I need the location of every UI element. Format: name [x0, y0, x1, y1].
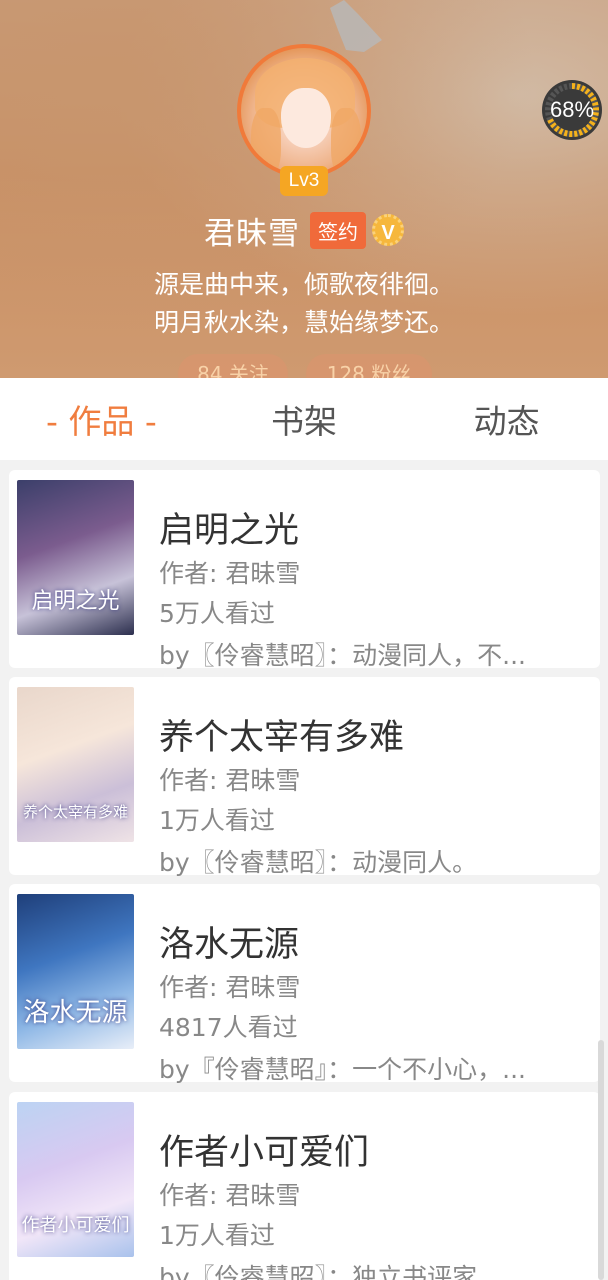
book-cover: 养个太宰有多难	[17, 687, 134, 842]
cover-title: 作者小可爱们	[21, 1215, 130, 1236]
tab-works[interactable]: - 作品 -	[0, 395, 203, 443]
book-title: 养个太宰有多难	[159, 718, 405, 758]
verified-icon: V	[372, 214, 404, 246]
book-title: 洛水无源	[159, 925, 300, 965]
book-views: 5万人看过	[159, 599, 275, 628]
cover-title: 养个太宰有多难	[22, 803, 128, 821]
book-cover: 作者小可爱们	[17, 1102, 134, 1257]
book-description: by〖伶睿慧昭〗：动漫同人，不...	[159, 641, 527, 670]
user-bio: 源是曲中来，倾歌夜徘徊。 明月秋水染，慧始缘梦还。	[0, 266, 608, 342]
cover-title: 启明之光	[31, 589, 120, 614]
fans-count-button[interactable]: 128 粉丝	[306, 354, 432, 378]
name-row: 君昧雪 签约 V	[0, 206, 608, 254]
following-count-button[interactable]: 84 关注	[178, 354, 288, 378]
book-description: by『伶睿慧昭』：一个不小心，...	[159, 1055, 527, 1084]
avatar-image	[241, 48, 367, 174]
signed-author-badge: 签约	[310, 211, 366, 249]
book-author: 作者: 君昧雪	[159, 766, 301, 795]
tab-activity[interactable]: 动态	[405, 395, 608, 443]
book-views: 4817人看过	[159, 1013, 298, 1042]
works-list: 启明之光 启明之光 作者: 君昧雪 5万人看过 by〖伶睿慧昭〗：动漫同人，不.…	[0, 460, 608, 1280]
book-author: 作者: 君昧雪	[159, 1181, 301, 1210]
book-author: 作者: 君昧雪	[159, 973, 301, 1002]
bio-line-1: 源是曲中来，倾歌夜徘徊。	[153, 270, 454, 299]
cover-title: 洛水无源	[23, 998, 128, 1028]
book-title: 启明之光	[159, 511, 300, 551]
bio-line-2: 明月秋水染，慧始缘梦还。	[153, 308, 454, 337]
book-cover: 洛水无源	[17, 894, 134, 1049]
book-card[interactable]: 养个太宰有多难 养个太宰有多难 作者: 君昧雪 1万人看过 by〖伶睿慧昭〗：动…	[9, 677, 600, 877]
level-badge: Lv3	[280, 166, 328, 196]
scrollbar[interactable]	[598, 1040, 604, 1280]
battery-percent: 68%	[549, 97, 595, 122]
profile-header: Lv3 君昧雪 签约 V 源是曲中来，倾歌夜徘徊。 明月秋水染，慧始缘梦还。 8…	[0, 0, 608, 378]
book-description: by〖伶睿慧昭〗：动漫同人。	[159, 848, 478, 877]
tab-bar: - 作品 - 书架 动态	[0, 378, 608, 460]
avatar[interactable]	[237, 44, 371, 178]
book-cover: 启明之光	[17, 480, 134, 635]
book-card[interactable]: 作者小可爱们 作者小可爱们 作者: 君昧雪 1万人看过 by〖伶睿慧昭〗：独立书…	[9, 1092, 600, 1280]
book-card[interactable]: 启明之光 启明之光 作者: 君昧雪 5万人看过 by〖伶睿慧昭〗：动漫同人，不.…	[9, 470, 600, 670]
tab-bookshelf[interactable]: 书架	[203, 395, 406, 443]
book-title: 作者小可爱们	[159, 1133, 370, 1173]
book-views: 1万人看过	[159, 806, 275, 835]
book-views: 1万人看过	[159, 1221, 275, 1250]
book-description: by〖伶睿慧昭〗：独立书评家，...	[159, 1263, 527, 1280]
book-author: 作者: 君昧雪	[159, 559, 301, 588]
book-card[interactable]: 洛水无源 洛水无源 作者: 君昧雪 4817人看过 by『伶睿慧昭』：一个不小心…	[9, 884, 600, 1084]
user-name: 君昧雪	[204, 215, 300, 252]
